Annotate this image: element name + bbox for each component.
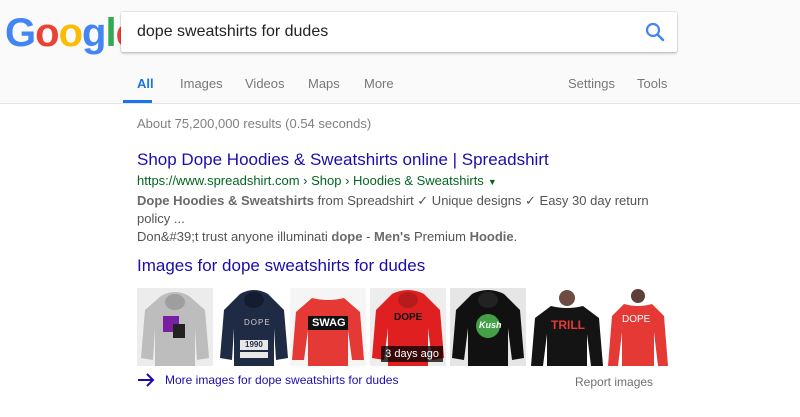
snippet-text: Don&#39;t trust anyone illuminati: [137, 229, 332, 244]
sweatshirt-image: [608, 289, 668, 366]
report-images-link[interactable]: Report images: [575, 375, 653, 389]
snippet-text: -: [362, 229, 375, 244]
print-text: DOPE: [394, 312, 423, 323]
tab-settings[interactable]: Settings: [568, 76, 615, 103]
result-title-link[interactable]: Shop Dope Hoodies & Sweatshirts online |…: [137, 150, 657, 170]
thumb-grey-hoodie[interactable]: [137, 288, 213, 366]
search-button[interactable]: [643, 20, 667, 44]
snippet-bold: dope: [331, 229, 363, 244]
active-tab-indicator: [123, 100, 152, 103]
snippet-text: Premium: [410, 229, 470, 244]
logo-letter: g: [82, 11, 106, 55]
thumb-navy-hoodie[interactable]: DOPE 1990: [216, 288, 292, 366]
tab-maps[interactable]: Maps: [308, 76, 340, 103]
thumb-red-longsleeve[interactable]: DOPE: [608, 288, 668, 366]
logo-letter: o: [35, 11, 59, 55]
logo-letter: l: [105, 11, 116, 55]
search-box: [121, 12, 677, 52]
snippet-bold: Dope Hoodies & Sweatshirts: [137, 193, 314, 208]
images-heading-link[interactable]: Images for dope sweatshirts for dudes: [137, 256, 425, 276]
hoodie-image: [141, 292, 209, 366]
google-logo[interactable]: Google: [5, 10, 138, 56]
snippet-bold: Hoodie: [469, 229, 514, 244]
tab-images[interactable]: Images: [180, 76, 223, 103]
snippet-text: .: [513, 229, 518, 244]
thumb-red-hoodie[interactable]: DOPE 3 days ago: [370, 288, 446, 366]
more-images-label: More images for dope sweatshirts for dud…: [165, 373, 399, 387]
tab-videos[interactable]: Videos: [245, 76, 285, 103]
result-url: https://www.spreadshirt.com › Shop › Hoo…: [137, 172, 657, 191]
tab-tools[interactable]: Tools: [637, 76, 667, 103]
tab-more[interactable]: More: [364, 76, 394, 103]
logo-letter: o: [58, 11, 83, 55]
tab-all-label: All: [137, 76, 154, 91]
search-result: Shop Dope Hoodies & Sweatshirts online |…: [137, 150, 657, 246]
snippet-bold: Men's: [374, 229, 411, 244]
arrow-right-icon: [138, 373, 155, 387]
result-url-text: https://www.spreadshirt.com › Shop › Hoo…: [137, 173, 484, 188]
hoodie-image: [220, 290, 288, 366]
tab-all[interactable]: All: [123, 76, 154, 103]
time-badge: 3 days ago: [381, 346, 443, 362]
print-text: SWAG: [312, 317, 346, 329]
dropdown-arrow-icon[interactable]: ▼: [488, 177, 497, 187]
thumb-black-sweatshirt[interactable]: TRILL: [529, 288, 605, 366]
thumb-black-hoodie[interactable]: Kush: [450, 288, 526, 366]
print-text: TRILL: [551, 318, 585, 332]
result-snippet: Dope Hoodies & Sweatshirts from Spreadsh…: [137, 192, 657, 246]
print-text: 1990: [245, 340, 263, 349]
search-icon: [645, 22, 665, 42]
thumb-red-sweatshirt[interactable]: SWAG: [290, 288, 366, 366]
search-input[interactable]: [137, 22, 617, 42]
logo-letter: G: [5, 11, 36, 55]
more-images-link[interactable]: More images for dope sweatshirts for dud…: [137, 373, 398, 387]
header: Google All Images Videos Maps More Setti…: [0, 0, 800, 104]
print-text: DOPE: [622, 314, 651, 325]
result-stats: About 75,200,000 results (0.54 seconds): [137, 116, 372, 131]
print-text: Kush: [479, 320, 502, 330]
print-text: DOPE: [244, 318, 271, 327]
